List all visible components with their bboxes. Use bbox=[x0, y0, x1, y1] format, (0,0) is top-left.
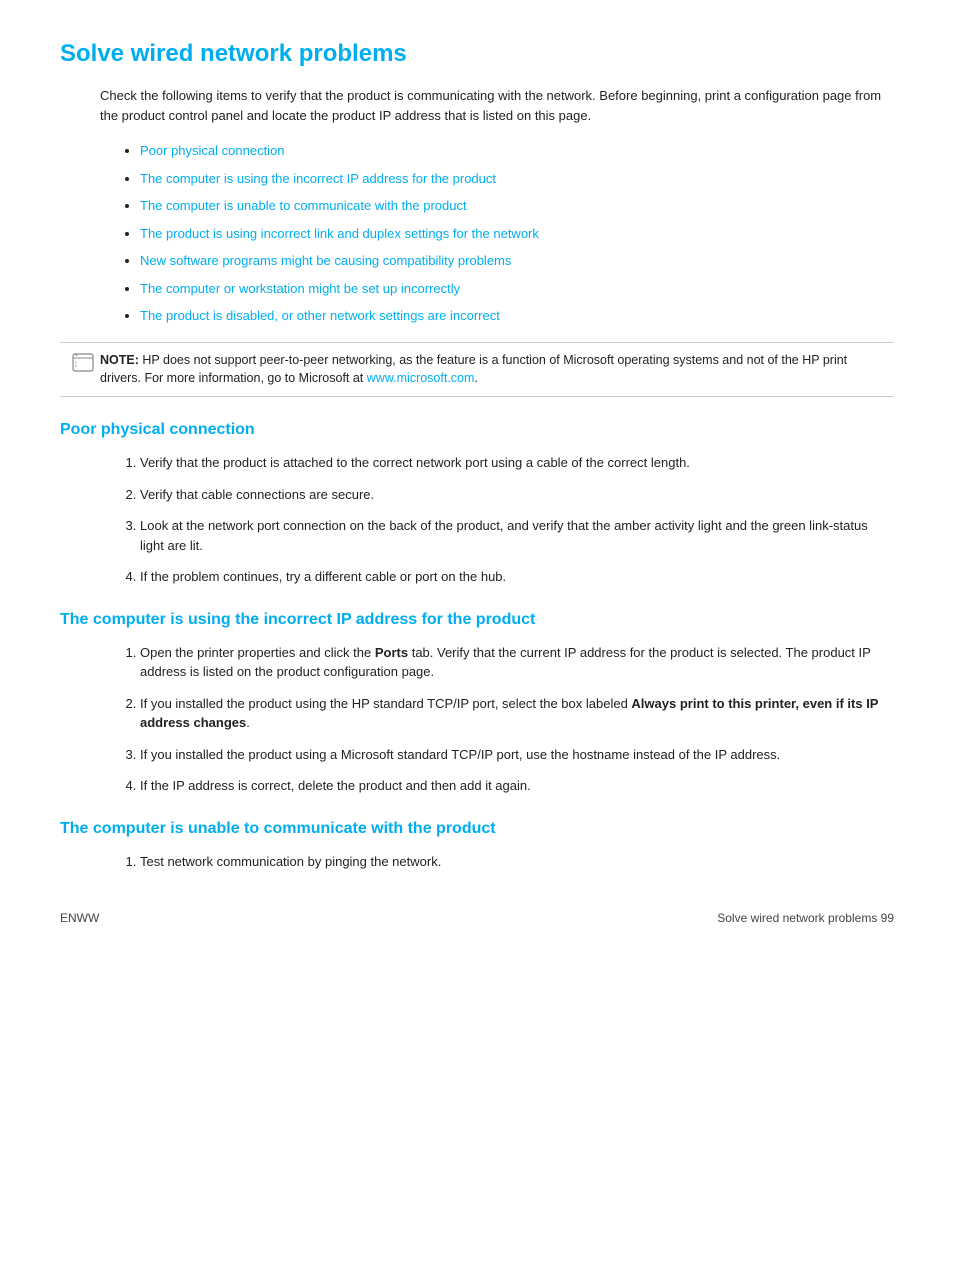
list-item: Open the printer properties and click th… bbox=[140, 643, 894, 682]
note-link[interactable]: www.microsoft.com bbox=[367, 371, 475, 385]
list-item: Verify that cable connections are secure… bbox=[140, 485, 894, 505]
link-list: Poor physical connection The computer is… bbox=[140, 141, 894, 326]
section-title-incorrect-ip: The computer is using the incorrect IP a… bbox=[60, 611, 894, 629]
link-unable-communicate[interactable]: The computer is unable to communicate wi… bbox=[140, 198, 467, 213]
section-unable-communicate: The computer is unable to communicate wi… bbox=[60, 820, 894, 872]
note-body: HP does not support peer-to-peer network… bbox=[100, 353, 847, 386]
list-item: If you installed the product using the H… bbox=[140, 694, 894, 733]
link-disabled[interactable]: The product is disabled, or other networ… bbox=[140, 308, 500, 323]
list-item[interactable]: New software programs might be causing c… bbox=[140, 251, 894, 271]
section-title-poor-physical: Poor physical connection bbox=[60, 421, 894, 439]
list-item[interactable]: The product is using incorrect link and … bbox=[140, 224, 894, 244]
svg-text:≡: ≡ bbox=[75, 364, 77, 368]
list-item: Test network communication by pinging th… bbox=[140, 852, 894, 872]
list-item: Look at the network port connection on t… bbox=[140, 516, 894, 555]
page-title: Solve wired network problems bbox=[60, 40, 894, 68]
list-item: If the problem continues, try a differen… bbox=[140, 567, 894, 587]
svg-text:✎: ✎ bbox=[75, 353, 78, 357]
link-incorrect-ip[interactable]: The computer is using the incorrect IP a… bbox=[140, 171, 496, 186]
list-item: If you installed the product using a Mic… bbox=[140, 745, 894, 765]
link-workstation[interactable]: The computer or workstation might be set… bbox=[140, 281, 460, 296]
note-icon: ✎ ≡ ≡ bbox=[72, 353, 94, 379]
section-incorrect-ip: The computer is using the incorrect IP a… bbox=[60, 611, 894, 796]
section-title-unable-communicate: The computer is unable to communicate wi… bbox=[60, 820, 894, 838]
link-poor-physical[interactable]: Poor physical connection bbox=[140, 143, 285, 158]
footer: ENWW Solve wired network problems 99 bbox=[60, 911, 894, 925]
numbered-list-incorrect-ip: Open the printer properties and click th… bbox=[140, 643, 894, 796]
list-item[interactable]: The product is disabled, or other networ… bbox=[140, 306, 894, 326]
link-incorrect-link[interactable]: The product is using incorrect link and … bbox=[140, 226, 539, 241]
list-item[interactable]: The computer is unable to communicate wi… bbox=[140, 196, 894, 216]
list-item[interactable]: The computer is using the incorrect IP a… bbox=[140, 169, 894, 189]
numbered-list-unable-communicate: Test network communication by pinging th… bbox=[140, 852, 894, 872]
link-new-software[interactable]: New software programs might be causing c… bbox=[140, 253, 511, 268]
intro-text: Check the following items to verify that… bbox=[100, 86, 894, 125]
svg-text:≡: ≡ bbox=[75, 360, 77, 364]
section-poor-physical: Poor physical connection Verify that the… bbox=[60, 421, 894, 587]
note-label: NOTE: bbox=[100, 353, 139, 367]
list-item[interactable]: Poor physical connection bbox=[140, 141, 894, 161]
footer-right: Solve wired network problems 99 bbox=[717, 911, 894, 925]
footer-left: ENWW bbox=[60, 911, 99, 925]
note-box: ✎ ≡ ≡ NOTE: HP does not support peer-to-… bbox=[60, 342, 894, 398]
numbered-list-poor-physical: Verify that the product is attached to t… bbox=[140, 453, 894, 587]
note-wrapper: ✎ ≡ ≡ NOTE: HP does not support peer-to-… bbox=[72, 351, 882, 389]
list-item[interactable]: The computer or workstation might be set… bbox=[140, 279, 894, 299]
list-item: Verify that the product is attached to t… bbox=[140, 453, 894, 473]
note-content: NOTE: HP does not support peer-to-peer n… bbox=[100, 351, 882, 389]
list-item: If the IP address is correct, delete the… bbox=[140, 776, 894, 796]
